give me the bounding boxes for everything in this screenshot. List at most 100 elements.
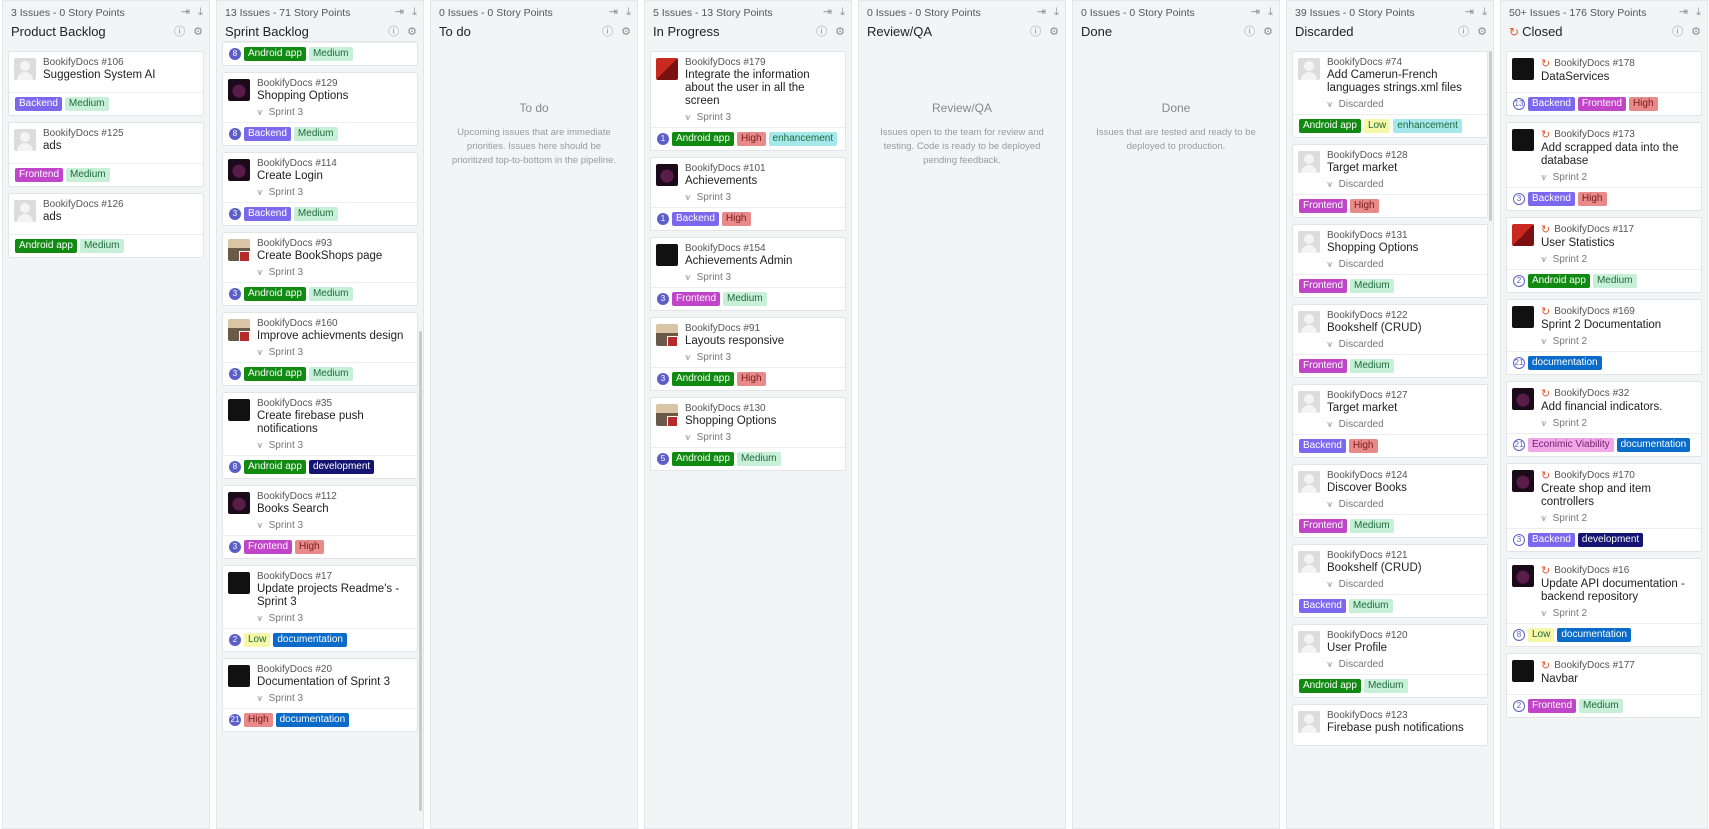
- issue-card[interactable]: BookifyDocs #35 Create firebase push noti…: [222, 392, 418, 479]
- issue-title[interactable]: Add scrapped data into the database: [1541, 142, 1695, 168]
- issue-ref[interactable]: ↻ BookifyDocs #177: [1541, 659, 1695, 672]
- label-enhancement[interactable]: enhancement: [1393, 119, 1462, 133]
- label-low[interactable]: Low: [1363, 119, 1391, 133]
- issue-title[interactable]: Achievements: [685, 175, 839, 188]
- collapse-pipeline-icon[interactable]: ⤓: [1696, 6, 1701, 18]
- label-medium[interactable]: Medium: [1592, 274, 1637, 288]
- issue-ref[interactable]: BookifyDocs #101: [685, 163, 839, 174]
- label-enhancement[interactable]: enhancement: [768, 132, 838, 146]
- gear-icon[interactable]: ⚙: [1263, 26, 1273, 38]
- label-medium[interactable]: Medium: [308, 287, 353, 301]
- issue-card[interactable]: ↻ BookifyDocs #177 Navbar 2 Frontend Medium: [1506, 653, 1702, 718]
- issue-ref[interactable]: BookifyDocs #20: [257, 664, 411, 675]
- label-high[interactable]: High: [244, 713, 273, 727]
- info-icon[interactable]: ⓘ: [816, 26, 827, 38]
- collapse-pipeline-icon[interactable]: ⤓: [1054, 6, 1059, 18]
- issue-card[interactable]: BookifyDocs #179 Integrate the informatio…: [650, 51, 846, 151]
- label-backend[interactable]: Backend: [1299, 599, 1346, 613]
- label-medium[interactable]: Medium: [308, 47, 353, 61]
- label-medium[interactable]: Medium: [64, 97, 109, 111]
- label-android-app[interactable]: Android app: [672, 132, 734, 146]
- issue-card[interactable]: ↻ BookifyDocs #117 User Statistics ⩛ Sprint …: [1506, 217, 1702, 293]
- issue-ref[interactable]: BookifyDocs #123: [1327, 710, 1481, 721]
- collapse-pipeline-icon[interactable]: ⤓: [412, 6, 417, 18]
- issue-title[interactable]: Create shop and item controllers: [1541, 483, 1695, 509]
- issue-title[interactable]: ads: [43, 211, 197, 224]
- issue-ref[interactable]: ↻ BookifyDocs #32: [1541, 387, 1695, 400]
- issue-ref[interactable]: BookifyDocs #35: [257, 398, 411, 409]
- pipeline-title[interactable]: In Progress: [653, 24, 843, 39]
- move-pipeline-icon[interactable]: ⇥: [609, 6, 618, 18]
- issue-title[interactable]: Sprint 2 Documentation: [1541, 319, 1695, 332]
- gear-icon[interactable]: ⚙: [621, 26, 631, 38]
- issue-title[interactable]: Shopping Options: [257, 90, 411, 103]
- info-icon[interactable]: ⓘ: [1244, 26, 1255, 38]
- label-android-app[interactable]: Android app: [244, 460, 306, 474]
- move-pipeline-icon[interactable]: ⇥: [395, 6, 404, 18]
- issue-title[interactable]: Update projects Readme's - Sprint 3: [257, 583, 411, 609]
- issue-ref[interactable]: BookifyDocs #154: [685, 243, 839, 254]
- pipeline-title[interactable]: Sprint Backlog: [225, 24, 415, 39]
- gear-icon[interactable]: ⚙: [1049, 26, 1059, 38]
- issue-ref[interactable]: BookifyDocs #93: [257, 238, 411, 249]
- label-backend[interactable]: Backend: [1528, 97, 1575, 111]
- label-medium[interactable]: Medium: [293, 127, 338, 141]
- scrollbar[interactable]: [1489, 51, 1492, 221]
- label-medium[interactable]: Medium: [1350, 279, 1394, 293]
- label-frontend[interactable]: Frontend: [1299, 199, 1348, 213]
- issue-title[interactable]: Shopping Options: [1327, 242, 1481, 255]
- label-frontend[interactable]: Frontend: [1299, 519, 1348, 533]
- issue-card[interactable]: ↻ BookifyDocs #16 Update API documentation…: [1506, 558, 1702, 647]
- issue-title[interactable]: Create BookShops page: [257, 250, 411, 263]
- label-documentation[interactable]: documentation: [275, 713, 350, 727]
- move-pipeline-icon[interactable]: ⇥: [823, 6, 832, 18]
- label-development[interactable]: development: [1577, 533, 1644, 547]
- move-pipeline-icon[interactable]: ⇥: [1679, 6, 1688, 18]
- label-high[interactable]: High: [736, 132, 766, 146]
- gear-icon[interactable]: ⚙: [193, 26, 203, 38]
- label-android-app[interactable]: Android app: [1299, 679, 1361, 693]
- label-econimic-viability[interactable]: Econimic Viability: [1528, 438, 1614, 452]
- issue-ref[interactable]: BookifyDocs #160: [257, 318, 411, 329]
- move-pipeline-icon[interactable]: ⇥: [1251, 6, 1260, 18]
- collapse-pipeline-icon[interactable]: ⤓: [198, 6, 203, 18]
- label-high[interactable]: High: [1348, 439, 1378, 453]
- collapse-pipeline-icon[interactable]: ⤓: [840, 6, 845, 18]
- label-high[interactable]: High: [295, 540, 324, 554]
- issue-ref[interactable]: ↻ BookifyDocs #178: [1541, 57, 1695, 70]
- move-pipeline-icon[interactable]: ⇥: [1037, 6, 1046, 18]
- issue-card[interactable]: BookifyDocs #93 Create BookShops page ⩛ Spr…: [222, 232, 418, 306]
- issue-title[interactable]: User Profile: [1327, 642, 1481, 655]
- issue-ref[interactable]: ↻ BookifyDocs #169: [1541, 305, 1695, 318]
- issue-card[interactable]: BookifyDocs #125 ads Frontend Medium: [8, 122, 204, 187]
- issue-ref[interactable]: BookifyDocs #128: [1327, 150, 1481, 161]
- label-frontend[interactable]: Frontend: [15, 168, 64, 182]
- label-frontend[interactable]: Frontend: [244, 540, 293, 554]
- label-high[interactable]: High: [736, 372, 766, 386]
- label-medium[interactable]: Medium: [1348, 599, 1393, 613]
- issue-title[interactable]: Navbar: [1541, 673, 1695, 686]
- issue-ref[interactable]: BookifyDocs #120: [1327, 630, 1481, 641]
- issue-card[interactable]: BookifyDocs #154 Achievements Admin ⩛ Sprin…: [650, 237, 846, 311]
- label-documentation[interactable]: documentation: [1528, 356, 1602, 370]
- label-backend[interactable]: Backend: [244, 207, 291, 221]
- label-documentation[interactable]: documentation: [273, 633, 347, 647]
- issue-title[interactable]: Discover Books: [1327, 482, 1481, 495]
- label-backend[interactable]: Backend: [1528, 192, 1575, 206]
- issue-ref[interactable]: BookifyDocs #131: [1327, 230, 1481, 241]
- label-high[interactable]: High: [1577, 192, 1607, 206]
- label-low[interactable]: Low: [244, 633, 271, 647]
- issue-ref[interactable]: BookifyDocs #125: [43, 128, 197, 139]
- issue-card[interactable]: BookifyDocs #20 Documentation of Sprint 3…: [222, 658, 418, 732]
- issue-card[interactable]: BookifyDocs #160 Improve achievments desi…: [222, 312, 418, 386]
- label-frontend[interactable]: Frontend: [1299, 359, 1348, 373]
- label-medium[interactable]: Medium: [1350, 519, 1394, 533]
- label-medium[interactable]: Medium: [1579, 699, 1623, 713]
- pipeline-title[interactable]: Done: [1081, 24, 1271, 39]
- issue-title[interactable]: User Statistics: [1541, 237, 1695, 250]
- issue-card[interactable]: ↻ BookifyDocs #32 Add financial indicators…: [1506, 381, 1702, 457]
- pipeline-title[interactable]: Product Backlog: [11, 24, 201, 39]
- issue-ref[interactable]: BookifyDocs #106: [43, 57, 197, 68]
- issue-ref[interactable]: BookifyDocs #124: [1327, 470, 1481, 481]
- collapse-pipeline-icon[interactable]: ⤓: [626, 6, 631, 18]
